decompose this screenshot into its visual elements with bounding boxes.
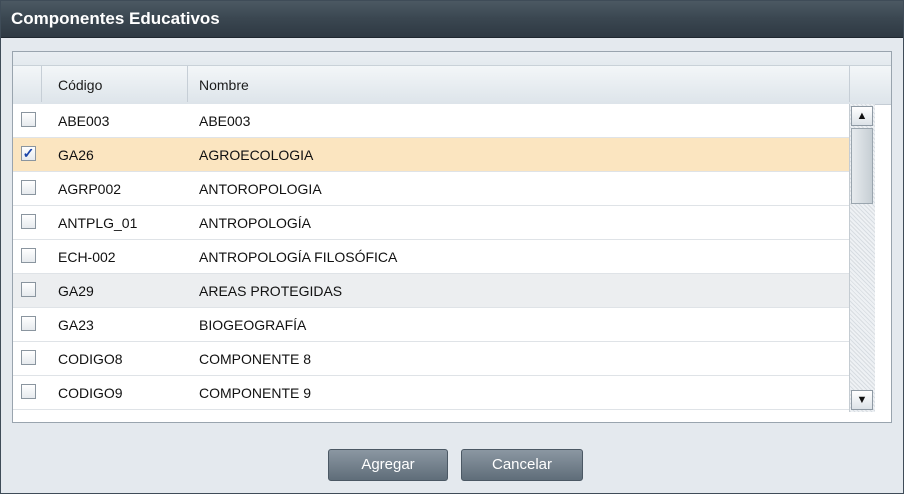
- cell-code: CODIGO8: [58, 351, 123, 367]
- cell-code: ANTPLG_01: [58, 215, 138, 231]
- cell-name: BIOGEOGRAFÍA: [199, 317, 307, 333]
- cell-code: CODIGO9: [58, 385, 123, 401]
- table-row[interactable]: CODIGO8 COMPONENTE 8: [13, 342, 849, 376]
- dialog-title-bar[interactable]: Componentes Educativos: [1, 1, 903, 38]
- table-row-selected[interactable]: ✓ GA26 AGROECOLOGIA: [13, 138, 849, 172]
- column-header-name[interactable]: Nombre: [199, 77, 249, 93]
- cell-name: ABE003: [199, 113, 251, 129]
- table-row[interactable]: AGRP002 ANTOROPOLOGIA: [13, 172, 849, 206]
- table-row[interactable]: ECH-002 ANTROPOLOGÍA FILOSÓFICA: [13, 240, 849, 274]
- table-row-hover[interactable]: GA29 AREAS PROTEGIDAS: [13, 274, 849, 308]
- down-arrow-icon[interactable]: ▼: [851, 390, 873, 410]
- row-checkbox[interactable]: [21, 316, 36, 331]
- cancel-button[interactable]: Cancelar: [461, 449, 583, 481]
- cell-name: AREAS PROTEGIDAS: [199, 283, 343, 299]
- up-arrow-icon[interactable]: ▲: [851, 106, 873, 126]
- cell-name: COMPONENTE 8: [199, 351, 312, 367]
- cell-name: ANTOROPOLOGIA: [199, 181, 322, 197]
- grid-panel: Código Nombre ABE003 ABE003 ✓ GA26 AGROE…: [12, 51, 892, 423]
- cell-name: COMPONENTE 9: [199, 385, 312, 401]
- cell-code: AGRP002: [58, 181, 122, 197]
- row-checkbox[interactable]: [21, 384, 36, 399]
- checkmark-icon: ✓: [22, 145, 35, 161]
- row-checkbox[interactable]: [21, 282, 36, 297]
- table-row[interactable]: ABE003 ABE003: [13, 104, 849, 138]
- cell-code: ABE003: [58, 113, 110, 129]
- row-checkbox[interactable]: [21, 248, 36, 263]
- grid-rows: ABE003 ABE003 ✓ GA26 AGROECOLOGIA AGRP00…: [13, 104, 849, 410]
- cell-code: ECH-002: [58, 249, 116, 265]
- column-header-code[interactable]: Código: [58, 77, 102, 93]
- add-button[interactable]: Agregar: [328, 449, 448, 481]
- cell-name: ANTROPOLOGÍA: [199, 215, 312, 231]
- table-row[interactable]: ANTPLG_01 ANTROPOLOGÍA: [13, 206, 849, 240]
- cell-name: AGROECOLOGIA: [199, 147, 314, 163]
- row-checkbox[interactable]: [21, 214, 36, 229]
- cell-code: GA23: [58, 317, 94, 333]
- grid-header: Código Nombre: [13, 52, 891, 105]
- row-checkbox-checked[interactable]: ✓: [21, 146, 36, 161]
- table-row[interactable]: CODIGO9 COMPONENTE 9: [13, 376, 849, 410]
- cell-code: GA26: [58, 147, 94, 163]
- cell-code: GA29: [58, 283, 94, 299]
- row-checkbox[interactable]: [21, 180, 36, 195]
- dialog-title: Componentes Educativos: [11, 9, 220, 28]
- table-row[interactable]: GA23 BIOGEOGRAFÍA: [13, 308, 849, 342]
- row-checkbox[interactable]: [21, 112, 36, 127]
- row-checkbox[interactable]: [21, 350, 36, 365]
- dialog-window: Componentes Educativos Código Nombre ABE…: [0, 0, 904, 494]
- cell-name: ANTROPOLOGÍA FILOSÓFICA: [199, 249, 398, 265]
- vertical-scrollbar[interactable]: ▲ ▼: [849, 104, 875, 412]
- scrollbar-thumb[interactable]: [851, 128, 873, 204]
